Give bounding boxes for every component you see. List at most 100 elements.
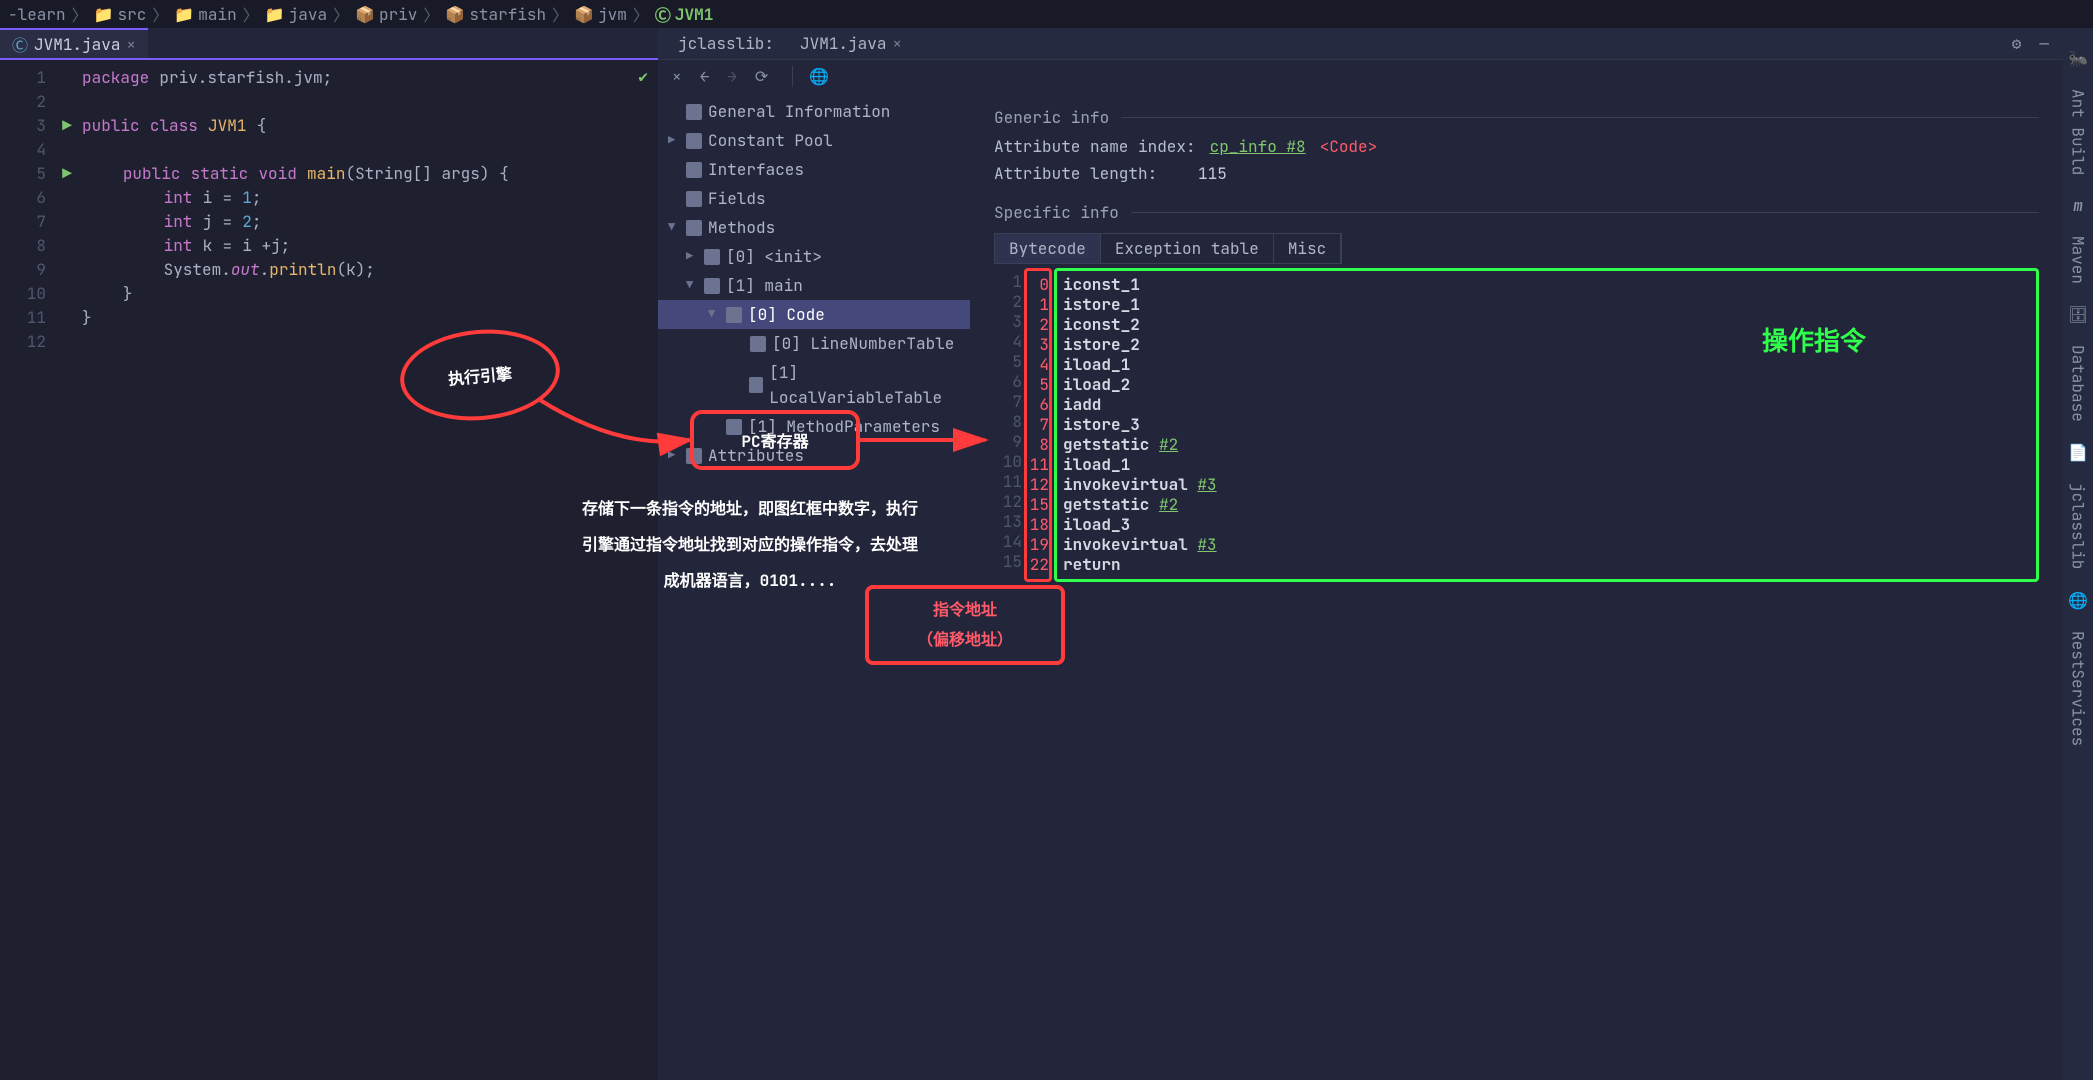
- close-icon[interactable]: ×: [892, 33, 902, 54]
- folder-icon: [726, 307, 742, 323]
- chevron-right-icon: 〉: [423, 2, 439, 26]
- kv-attr-name: Attribute name index: cp_info #8 <Code>: [994, 136, 2039, 157]
- kv-attr-length: Attribute length: 115: [994, 163, 2039, 184]
- back-icon[interactable]: ←: [700, 66, 710, 87]
- tree-item-interfaces[interactable]: Interfaces: [658, 155, 970, 184]
- folder-icon: [704, 249, 720, 265]
- chevron-down-icon[interactable]: ▼: [686, 273, 698, 298]
- class-detail: Generic info Attribute name index: cp_in…: [970, 93, 2063, 1080]
- tree-item-localvariabletable[interactable]: [1] LocalVariableTable: [658, 358, 970, 412]
- breadcrumb-item[interactable]: 📦 priv: [355, 4, 417, 25]
- section-specific-info: Specific info: [994, 202, 2039, 223]
- doc-icon: [686, 162, 702, 178]
- tool-restservices[interactable]: RestServices: [2068, 631, 2089, 746]
- chevron-right-icon[interactable]: ▶: [668, 443, 680, 468]
- chevron-right-icon: 〉: [243, 2, 259, 26]
- chevron-down-icon[interactable]: ▼: [668, 215, 680, 240]
- class-icon: Ⓒ: [12, 32, 28, 56]
- folder-icon: [686, 448, 702, 464]
- code-editor[interactable]: 123456789101112 ▶ ▶ package priv.starfis…: [0, 60, 658, 1080]
- refresh-icon[interactable]: ⟳: [755, 66, 768, 87]
- tree-item-methods[interactable]: ▼Methods: [658, 213, 970, 242]
- tool-maven[interactable]: Maven: [2068, 236, 2089, 284]
- doc-icon: [686, 191, 702, 207]
- chevron-right-icon: 〉: [152, 2, 168, 26]
- doc-icon: [750, 336, 766, 352]
- class-tree[interactable]: General Information ▶Constant Pool Inter…: [658, 93, 970, 1080]
- editor-panel: Ⓒ JVM1.java × 123456789101112 ▶ ▶ packag…: [0, 28, 658, 1080]
- bytecode-line-gutter: 123456789101112131415: [994, 268, 1022, 582]
- database-icon[interactable]: 🗄: [2068, 304, 2088, 325]
- chevron-right-icon[interactable]: ▶: [668, 128, 680, 153]
- tab-bytecode[interactable]: Bytecode: [995, 234, 1101, 263]
- close-icon[interactable]: ×: [672, 66, 682, 87]
- breadcrumb-item[interactable]: 📦 starfish: [445, 4, 546, 25]
- tree-item-general[interactable]: General Information: [658, 97, 970, 126]
- globe-icon[interactable]: 🌐: [792, 66, 829, 87]
- minimize-icon[interactable]: —: [2039, 33, 2049, 54]
- folder-icon: [704, 278, 720, 294]
- chevron-right-icon: 〉: [552, 2, 568, 26]
- bytecode-ops-column: 操作指令 iconst_1istore_1iconst_2istore_2ilo…: [1054, 268, 2039, 582]
- forward-icon[interactable]: →: [727, 66, 737, 87]
- breadcrumb-item[interactable]: -learn: [8, 4, 66, 25]
- breadcrumb-item[interactable]: 📦 jvm: [574, 4, 627, 25]
- code-tag: <Code>: [1320, 136, 1378, 157]
- tool-database[interactable]: Database: [2068, 345, 2089, 422]
- tree-item-fields[interactable]: Fields: [658, 184, 970, 213]
- run-icon[interactable]: ▶: [56, 162, 78, 186]
- folder-icon: [686, 220, 702, 236]
- check-icon: ✔: [638, 66, 648, 87]
- code-area[interactable]: package priv.starfish.jvm; public class …: [78, 60, 658, 1080]
- tree-item-init[interactable]: ▶[0] <init>: [658, 242, 970, 271]
- chevron-right-icon: 〉: [633, 2, 649, 26]
- tool-jclasslib[interactable]: jclasslib: [2068, 483, 2089, 569]
- jclasslib-icon[interactable]: 📄: [2068, 442, 2088, 463]
- rest-icon[interactable]: 🌐: [2068, 590, 2088, 611]
- right-tool-strip: 🐜 Ant Build m Maven 🗄 Database 📄 jclassl…: [2063, 28, 2093, 1080]
- tool-ant-build[interactable]: Ant Build: [2068, 89, 2089, 175]
- close-icon[interactable]: ×: [126, 34, 136, 55]
- chevron-right-icon: 〉: [333, 2, 349, 26]
- breadcrumb-item[interactable]: 📁 java: [265, 4, 327, 25]
- jclasslib-file-tab[interactable]: JVM1.java ×: [788, 29, 914, 58]
- doc-icon: [749, 377, 763, 393]
- gear-icon[interactable]: ⚙: [2012, 33, 2022, 54]
- editor-tab-label: JVM1.java: [34, 34, 120, 55]
- tree-item-code[interactable]: ▼[0] Code: [658, 300, 970, 329]
- breadcrumb-item[interactable]: 📁 src: [94, 4, 147, 25]
- jclasslib-toolbar: × ← → ⟳ 🌐: [658, 60, 2063, 93]
- editor-tab[interactable]: Ⓒ JVM1.java ×: [0, 28, 148, 58]
- editor-tabs: Ⓒ JVM1.java ×: [0, 28, 658, 60]
- jclasslib-title: jclasslib:: [666, 29, 786, 58]
- run-icon[interactable]: ▶: [56, 114, 78, 138]
- chevron-right-icon[interactable]: ▶: [686, 244, 698, 269]
- tab-exception-table[interactable]: Exception table: [1101, 234, 1274, 263]
- breadcrumb-item[interactable]: 📁 main: [174, 4, 236, 25]
- breadcrumb-current[interactable]: Ⓒ JVM1: [655, 2, 713, 26]
- jclasslib-panel: jclasslib: JVM1.java × ⚙ — × ← → ⟳ 🌐 Gen…: [658, 28, 2063, 1080]
- tree-item-constant-pool[interactable]: ▶Constant Pool: [658, 126, 970, 155]
- ops-label: 操作指令: [1762, 331, 1866, 351]
- ant-icon[interactable]: 🐜: [2068, 48, 2088, 69]
- section-generic-info: Generic info: [994, 107, 2039, 128]
- tree-item-methodparameters[interactable]: [1] MethodParameters: [658, 412, 970, 441]
- bytecode-address-column: 012345678111215181922: [1024, 268, 1052, 582]
- bytecode-tabs: Bytecode Exception table Misc: [994, 233, 1342, 264]
- line-gutter: 123456789101112: [0, 60, 56, 1080]
- doc-icon: [686, 104, 702, 120]
- tree-item-linenumbertable[interactable]: [0] LineNumberTable: [658, 329, 970, 358]
- cp-link[interactable]: cp_info #8: [1210, 136, 1306, 157]
- breadcrumbs: -learn〉 📁 src〉 📁 main〉 📁 java〉 📦 priv〉 📦…: [0, 0, 2093, 28]
- tree-item-attributes[interactable]: ▶Attributes: [658, 441, 970, 470]
- doc-icon: [726, 419, 742, 435]
- right-tabbar: jclasslib: JVM1.java × ⚙ —: [658, 28, 2063, 60]
- maven-icon[interactable]: m: [2073, 195, 2083, 216]
- tab-misc[interactable]: Misc: [1274, 234, 1341, 263]
- chevron-right-icon: 〉: [72, 2, 88, 26]
- bytecode-area: 123456789101112131415 012345678111215181…: [994, 268, 2039, 582]
- folder-icon: [686, 133, 702, 149]
- chevron-down-icon[interactable]: ▼: [708, 302, 720, 327]
- tree-item-main[interactable]: ▼[1] main: [658, 271, 970, 300]
- gutter-icons: ▶ ▶: [56, 60, 78, 1080]
